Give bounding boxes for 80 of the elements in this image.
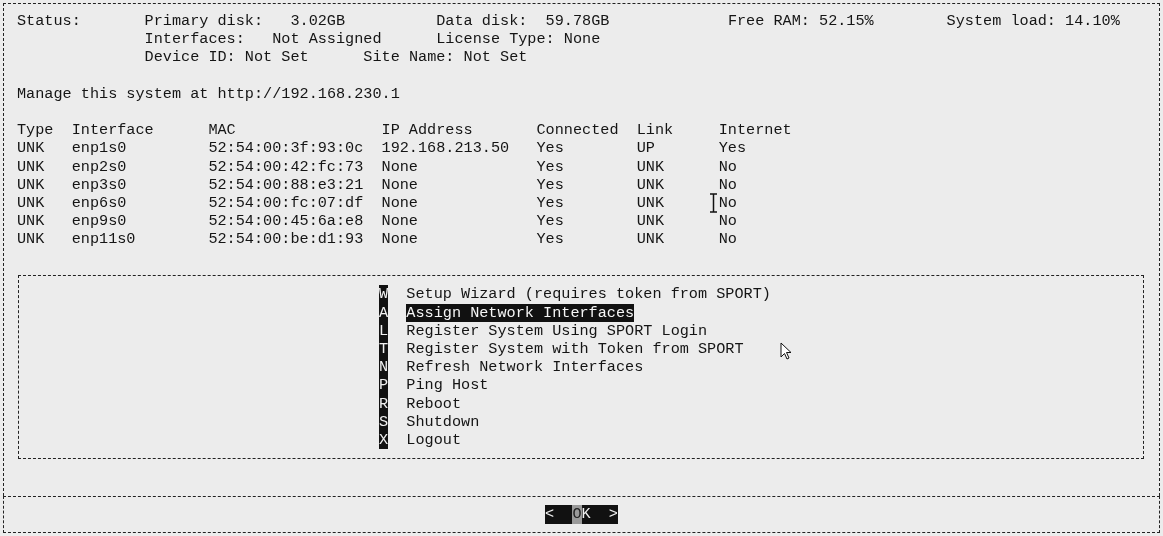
table-cell: 52:54:00:45:6a:e8 bbox=[208, 212, 364, 231]
menu-item[interactable]: Logout bbox=[406, 430, 461, 450]
status-text: Data disk: 59.78GB bbox=[436, 12, 610, 30]
menu-item[interactable]: Ping Host bbox=[406, 376, 489, 395]
table-cell: 52:54:00:be:d1:93 bbox=[208, 230, 364, 249]
menu-hotkey: A bbox=[379, 303, 389, 322]
table-cell: enp11s0 bbox=[71, 230, 136, 249]
table-cell: Yes bbox=[536, 212, 564, 231]
text-cursor-icon bbox=[709, 193, 718, 213]
table-cell: None bbox=[381, 157, 418, 176]
menu-item[interactable]: Refresh Network Interfaces bbox=[406, 358, 644, 377]
table-cell: UNK bbox=[17, 157, 45, 176]
status-text: License Type: None bbox=[436, 30, 601, 49]
menu-hotkey: T bbox=[379, 340, 389, 359]
menu-item[interactable]: Setup Wizard (requires token from SPORT) bbox=[406, 285, 771, 304]
status-label: Status: bbox=[17, 12, 82, 32]
column-header: Internet bbox=[718, 121, 792, 140]
table-cell: 52:54:00:3f:93:0c bbox=[208, 139, 364, 158]
status-text: Site Name: Not Set bbox=[363, 48, 528, 67]
table-cell: 192.168.213.50 bbox=[381, 139, 510, 158]
ok-button[interactable]: < OK > bbox=[545, 505, 618, 524]
table-cell: 52:54:00:42:fc:73 bbox=[208, 157, 364, 176]
status-text: Device ID: Not Set bbox=[144, 48, 309, 67]
menu-hotkey: L bbox=[379, 321, 389, 340]
menu-hotkey: W bbox=[379, 285, 389, 304]
table-cell: No bbox=[718, 157, 737, 176]
status-text: Primary disk: 3.02GB bbox=[144, 12, 346, 30]
menu-item[interactable]: Shutdown bbox=[406, 412, 480, 431]
menu-item[interactable]: Assign Network Interfaces bbox=[406, 303, 635, 322]
table-cell: UNK bbox=[17, 175, 45, 194]
menu-hotkey: S bbox=[379, 412, 389, 431]
table-cell: Yes bbox=[718, 139, 747, 158]
column-header: Connected bbox=[536, 121, 619, 140]
table-cell: enp9s0 bbox=[71, 212, 127, 231]
table-cell: None bbox=[381, 212, 418, 231]
table-cell: None bbox=[381, 230, 418, 249]
table-cell: UNK bbox=[636, 157, 665, 176]
menu-hotkey: R bbox=[379, 394, 389, 413]
table-cell: enp6s0 bbox=[71, 193, 127, 212]
column-header: IP Address bbox=[381, 121, 473, 140]
table-cell: No bbox=[718, 212, 737, 231]
menu-item[interactable]: Register System with Token from SPORT bbox=[406, 340, 744, 359]
table-cell: No bbox=[718, 175, 737, 194]
manage-url-text: Manage this system at http://192.168.230.1 bbox=[17, 84, 400, 103]
status-text: Free RAM: 52.15% bbox=[727, 12, 874, 30]
menu-hotkey: X bbox=[379, 430, 389, 450]
menu-item[interactable]: Reboot bbox=[406, 394, 461, 413]
table-cell: None bbox=[381, 193, 418, 212]
table-cell: Yes bbox=[536, 230, 564, 249]
table-cell: None bbox=[381, 175, 418, 194]
table-cell: 52:54:00:fc:07:df bbox=[208, 193, 364, 212]
table-cell: UNK bbox=[17, 212, 45, 231]
table-cell: UNK bbox=[17, 139, 45, 158]
table-cell: enp2s0 bbox=[71, 157, 127, 176]
menu-hotkey: N bbox=[379, 358, 389, 377]
table-cell: UNK bbox=[17, 193, 45, 212]
table-cell: Yes bbox=[536, 193, 564, 212]
mouse-pointer-icon bbox=[780, 342, 792, 360]
column-header: MAC bbox=[208, 121, 236, 140]
table-cell: Yes bbox=[536, 139, 564, 158]
table-cell: UNK bbox=[636, 175, 665, 194]
table-cell: No bbox=[718, 230, 737, 249]
table-cell: UNK bbox=[636, 230, 665, 249]
table-cell: No bbox=[718, 193, 737, 212]
table-cell: UP bbox=[636, 139, 655, 158]
menu-hotkey: P bbox=[379, 376, 389, 395]
column-header: Type bbox=[17, 121, 54, 140]
table-cell: Yes bbox=[536, 175, 564, 194]
table-cell: UNK bbox=[17, 230, 45, 249]
status-text: System load: 14.10% bbox=[946, 12, 1120, 30]
status-text: Interfaces: Not Assigned bbox=[144, 30, 382, 49]
column-header: Link bbox=[636, 121, 674, 140]
table-cell: UNK bbox=[636, 193, 665, 212]
table-cell: 52:54:00:88:e3:21 bbox=[208, 175, 364, 194]
table-cell: Yes bbox=[536, 157, 564, 176]
menu-item[interactable]: Register System Using SPORT Login bbox=[406, 321, 708, 340]
table-cell: enp1s0 bbox=[71, 139, 127, 158]
table-cell: enp3s0 bbox=[71, 175, 127, 194]
column-header: Interface bbox=[71, 121, 154, 140]
table-cell: UNK bbox=[636, 212, 665, 231]
